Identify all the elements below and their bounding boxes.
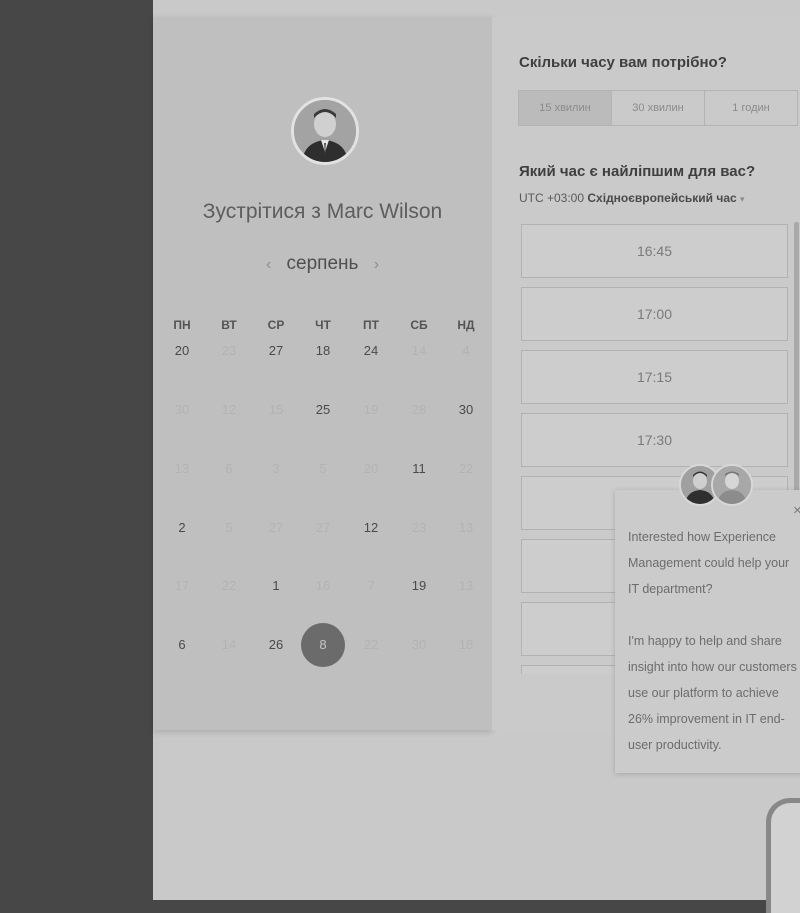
- duration-option-60[interactable]: 1 годин: [705, 91, 797, 125]
- calendar-day: 28: [411, 402, 427, 417]
- calendar-day: 30: [174, 402, 190, 417]
- calendar-day[interactable]: 1: [256, 578, 296, 593]
- chevron-down-icon: ▾: [740, 194, 745, 204]
- time-slot-button[interactable]: 17:30: [521, 413, 788, 467]
- agent-avatar: [711, 464, 753, 506]
- calendar-day: 17: [174, 578, 190, 593]
- calendar-day: 23: [411, 520, 427, 535]
- time-slot-button[interactable]: 16:45: [521, 224, 788, 278]
- timezone-selector[interactable]: UTC +03:00 Східноєвропейський час ▾: [519, 191, 745, 205]
- calendar-day[interactable]: 25: [303, 402, 343, 417]
- calendar-day: 12: [221, 402, 237, 417]
- calendar-day: 23: [221, 343, 237, 358]
- calendar-day[interactable]: 26: [256, 637, 296, 652]
- calendar-day: 6: [225, 461, 233, 476]
- calendar-day[interactable]: 27: [256, 343, 296, 358]
- calendar-day: 27: [268, 520, 284, 535]
- calendar-day: 22: [458, 461, 474, 476]
- calendar-day: 20: [363, 461, 379, 476]
- calendar-day[interactable]: 12: [351, 520, 391, 535]
- calendar-day: 13: [458, 578, 474, 593]
- weekday-label: СР: [267, 318, 285, 332]
- calendar-day[interactable]: 20: [162, 343, 202, 358]
- weekday-label: ПН: [173, 318, 191, 332]
- calendar-day[interactable]: 19: [399, 578, 439, 593]
- calendar-day-selected[interactable]: 8: [301, 623, 345, 667]
- weekday-label: ПТ: [363, 318, 379, 332]
- duration-option-30[interactable]: 30 хвилин: [612, 91, 705, 125]
- timezone-name: Східноєвропейський час: [587, 191, 737, 205]
- calendar-day: 14: [221, 637, 237, 652]
- calendar-day: 19: [363, 402, 379, 417]
- close-icon[interactable]: ×: [793, 502, 800, 519]
- calendar-day[interactable]: 18: [303, 343, 343, 358]
- calendar-day: 13: [174, 461, 190, 476]
- calendar-day: 5: [225, 520, 233, 535]
- calendar-day: 15: [268, 402, 284, 417]
- calendar-day: 22: [363, 637, 379, 652]
- calendar-day: 18: [458, 637, 474, 652]
- calendar-day: 3: [272, 461, 280, 476]
- calendar-day: 22: [221, 578, 237, 593]
- left-sidebar-strip: [0, 0, 153, 900]
- meeting-title: Зустрітися з Marc Wilson: [202, 200, 443, 223]
- chat-agent-avatars: [679, 464, 753, 514]
- weekday-label: СБ: [410, 318, 428, 332]
- calendar-day: 27: [315, 520, 331, 535]
- timezone-offset: UTC +03:00: [519, 191, 585, 205]
- calendar-day: 13: [458, 520, 474, 535]
- calendar-day: 4: [462, 343, 470, 358]
- month-label: серпень: [286, 253, 359, 274]
- calendar-day: 7: [367, 578, 375, 593]
- weekday-label: НД: [457, 318, 475, 332]
- calendar-day: 5: [319, 461, 327, 476]
- calendar-day[interactable]: 6: [162, 637, 202, 652]
- time-question: Який час є найліпшим для вас?: [519, 163, 756, 180]
- weekday-label: ВТ: [221, 318, 237, 332]
- duration-question: Скільки часу вам потрібно?: [519, 54, 727, 71]
- calendar-day: 30: [411, 637, 427, 652]
- host-avatar: [291, 97, 359, 165]
- next-month-icon[interactable]: ›: [364, 256, 389, 273]
- calendar-day: 14: [411, 343, 427, 358]
- calendar-day[interactable]: 24: [351, 343, 391, 358]
- duration-option-15[interactable]: 15 хвилин: [519, 91, 612, 125]
- chat-message: Interested how Experience Management cou…: [628, 530, 797, 752]
- calendar-day[interactable]: 2: [162, 520, 202, 535]
- calendar-panel: Зустрітися з Marc Wilson ‹ серпень › ПН В…: [153, 17, 492, 730]
- month-navigator: ‹ серпень ›: [153, 253, 492, 275]
- chat-popup: × Interested how Experience Management c…: [615, 464, 800, 773]
- chat-launcher-widget[interactable]: [766, 798, 800, 913]
- prev-month-icon[interactable]: ‹: [256, 256, 281, 273]
- weekday-label: ЧТ: [315, 318, 331, 332]
- time-slot-button[interactable]: 17:00: [521, 287, 788, 341]
- time-slot-button[interactable]: 17:15: [521, 350, 788, 404]
- duration-selector: 15 хвилин 30 хвилин 1 годин: [518, 90, 798, 126]
- calendar-day[interactable]: 30: [446, 402, 486, 417]
- calendar-day: 16: [315, 578, 331, 593]
- calendar-day[interactable]: 11: [399, 461, 439, 476]
